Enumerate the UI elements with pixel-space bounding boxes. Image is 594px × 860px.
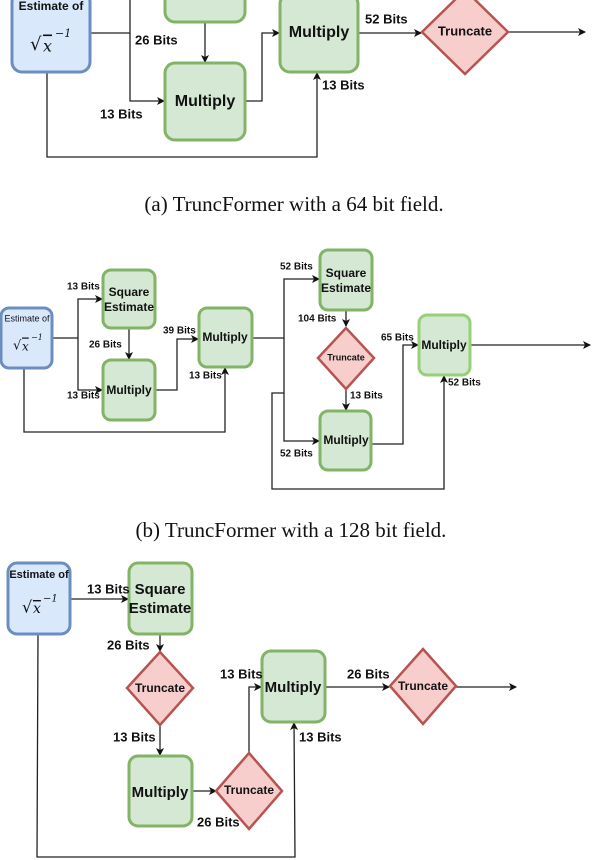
svg-text:Estimate: Estimate [129,600,192,617]
edge [90,0,131,34]
bit-label: 13 Bits [299,729,342,744]
bit-label: 52 Bits [280,262,313,273]
svg-text:Multiply: Multiply [265,679,322,696]
bit-label: 52 Bits [448,378,481,389]
bit-label: 13 Bits [87,581,130,596]
svg-text:x: x [33,601,41,617]
bit-label: 13 Bits [220,666,263,681]
multiply-node: Multiply [163,61,247,142]
svg-text:Multiply: Multiply [106,383,152,397]
caption-a: (a) TruncFormer with a 64 bit field. [144,192,443,216]
truncate-node: Truncate [420,0,510,76]
svg-text:−1: −1 [31,333,43,342]
edge [283,338,320,445]
svg-text:Truncate: Truncate [398,679,448,693]
edge [155,335,199,391]
panel-b: Estimate of √ x −1 Square Estimate Multi… [0,248,591,542]
svg-text:√: √ [13,339,22,354]
svg-text:Multiply: Multiply [132,784,189,801]
estimate-node: Estimate of √ x −1 [6,561,72,636]
svg-text:Truncate: Truncate [135,681,185,695]
multiply-node: Multiply [260,649,327,724]
svg-text:Estimate of: Estimate of [19,0,85,13]
svg-text:Multiply: Multiply [421,338,467,352]
bit-label: 13 Bits [189,371,222,382]
edge [52,295,103,339]
multiply-node: Multiply [127,754,194,828]
estimate-node: Estimate of √ x −1 [0,306,54,370]
svg-text:Truncate: Truncate [438,23,492,38]
bit-label: 52 Bits [280,449,313,460]
edge [248,683,262,753]
svg-text:−1: −1 [43,594,58,605]
multiply-node: Multiply [101,358,157,422]
panel-a: Estimate of √ x −1 Multiply Multiply Tru… [10,0,586,216]
bit-label: 13 Bits [67,391,100,402]
multiply-node: Multiply [318,409,373,472]
svg-text:Estimate: Estimate [321,281,371,295]
svg-text:√: √ [22,598,33,617]
square-estimate-node [163,0,247,24]
svg-text:Square: Square [135,581,186,598]
bit-label: 13 Bits [350,391,383,402]
bit-label: 26 Bits [135,32,178,47]
multiply-node: Multiply [417,313,472,377]
bit-label: 13 Bits [67,282,100,293]
square-estimate-node: Square Estimate [318,248,374,312]
panel-c: Estimate of √ x −1 Square Estimate Trunc… [6,561,517,858]
svg-text:Multiply: Multiply [323,433,369,447]
bit-label: 26 Bits [347,666,390,681]
svg-text:Multiply: Multiply [289,24,350,41]
svg-text:x: x [22,340,29,354]
square-estimate-node: Square Estimate [127,561,194,636]
bit-label: 13 Bits [322,77,365,92]
svg-text:Estimate of: Estimate of [9,569,69,581]
truncate-node: Truncate [125,650,195,727]
svg-text:Multiply: Multiply [175,93,236,110]
bit-label: 13 Bits [100,106,143,121]
svg-text:Estimate of: Estimate of [4,313,50,323]
bit-label: 26 Bits [89,340,122,351]
bit-label: 39 Bits [163,326,196,337]
bit-label: 26 Bits [107,637,150,652]
svg-text:√: √ [30,34,42,55]
bit-label: 104 Bits [298,314,337,325]
bit-label: 52 Bits [365,11,408,26]
truncformer-diagrams: Estimate of √ x −1 Multiply Multiply Tru… [0,0,591,858]
svg-text:Truncate: Truncate [224,783,274,797]
svg-text:Truncate: Truncate [327,352,365,362]
truncate-node: Truncate [316,326,376,391]
multiply-node: Multiply [197,306,254,369]
estimate-node: Estimate of √ x −1 [10,0,92,74]
edge [252,275,320,339]
truncate-node: Truncate [388,647,458,726]
square-estimate-node: Square Estimate [101,268,157,330]
svg-text:Square: Square [109,285,150,299]
svg-text:−1: −1 [55,27,71,40]
svg-text:Square: Square [326,266,367,280]
svg-text:Multiply: Multiply [202,330,248,344]
bit-label: 65 Bits [381,333,414,344]
bit-label: 13 Bits [113,729,156,744]
multiply-node: Multiply [278,0,360,74]
edge [245,29,280,102]
svg-text:Estimate: Estimate [104,300,154,314]
caption-b: (b) TruncFormer with a 128 bit field. [136,518,447,542]
bit-label: 26 Bits [197,814,240,829]
svg-text:x: x [43,37,52,56]
